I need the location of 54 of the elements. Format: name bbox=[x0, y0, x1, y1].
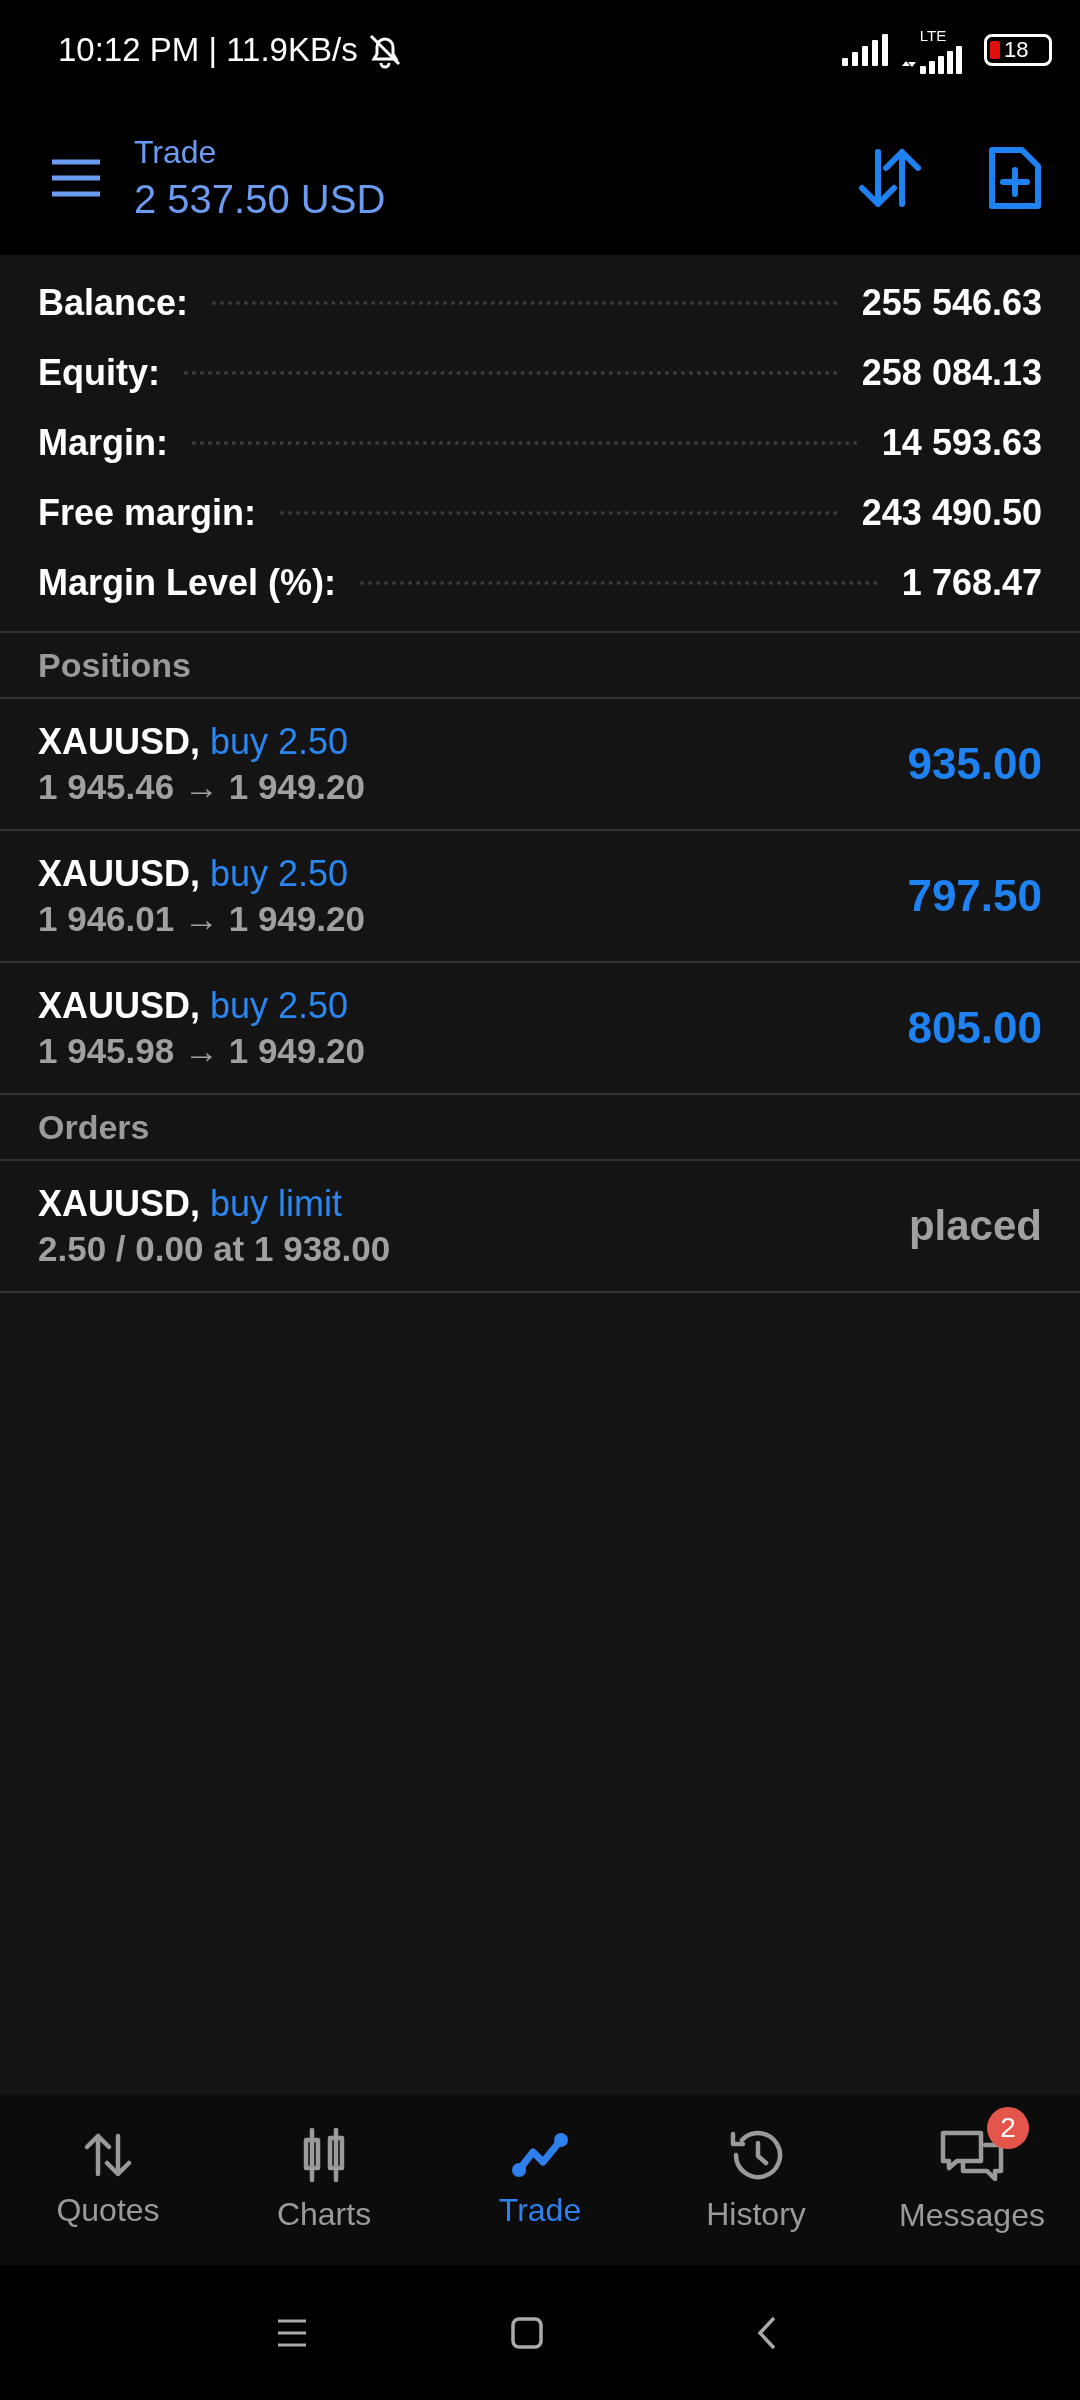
position-row[interactable]: XAUUSD, buy 2.50 1 945.98 → 1 949.20 805.00 bbox=[0, 963, 1080, 1095]
nav-tab[interactable]: 2 Messages bbox=[864, 2095, 1080, 2265]
symbol-text: XAUUSD, bbox=[38, 721, 201, 763]
price-text: 1 945.98 → 1 949.20 bbox=[38, 1031, 366, 1071]
section-title: Positions bbox=[38, 645, 192, 685]
nav-tab[interactable]: Quotes bbox=[0, 2095, 216, 2265]
price-text: 1 945.46 → 1 949.20 bbox=[38, 767, 366, 807]
profit-value: 805.00 bbox=[907, 1003, 1042, 1053]
menu-icon bbox=[50, 157, 102, 198]
sort-arrows-icon bbox=[858, 147, 922, 208]
summary-label: Equity: bbox=[38, 352, 160, 394]
summary-label: Balance: bbox=[38, 282, 189, 324]
section-title: Orders bbox=[38, 1107, 150, 1147]
trend-line-icon bbox=[511, 2131, 569, 2178]
price-text: 1 946.01 → 1 949.20 bbox=[38, 899, 366, 939]
summary-label: Margin Level (%): bbox=[38, 562, 337, 604]
profit-value: 797.50 bbox=[907, 871, 1042, 921]
menu-button[interactable] bbox=[50, 157, 102, 198]
summary-value: 1 768.47 bbox=[901, 562, 1042, 604]
symbol-text: XAUUSD, bbox=[38, 853, 201, 895]
signal-icon bbox=[842, 34, 890, 66]
summary-value: 255 546.63 bbox=[861, 282, 1042, 324]
side-text: buy 2.50 bbox=[210, 721, 349, 763]
order-details: 2.50 / 0.00 at 1 938.00 bbox=[38, 1229, 392, 1269]
battery-fill bbox=[990, 41, 1000, 59]
screen-title: Trade bbox=[134, 133, 218, 171]
document-plus-icon bbox=[988, 145, 1042, 210]
swap-arrows-icon bbox=[83, 2131, 133, 2178]
side-text: buy limit bbox=[210, 1183, 343, 1225]
nav-tab[interactable]: Charts bbox=[216, 2095, 432, 2265]
summary-label: Free margin: bbox=[38, 492, 257, 534]
summary-value: 258 084.13 bbox=[861, 352, 1042, 394]
summary-value: 14 593.63 bbox=[881, 422, 1042, 464]
profit-value: 935.00 bbox=[907, 739, 1042, 789]
battery-level: 18 bbox=[1004, 37, 1029, 63]
symbol-text: XAUUSD, bbox=[38, 1183, 201, 1225]
order-row[interactable]: XAUUSD, buy limit 2.50 / 0.00 at 1 938.00 placed bbox=[0, 1161, 1080, 1293]
side-text: buy 2.50 bbox=[210, 985, 349, 1027]
square-icon bbox=[510, 2315, 544, 2350]
nav-tab[interactable]: Trade bbox=[432, 2095, 648, 2265]
nav-tab[interactable]: History bbox=[648, 2095, 864, 2265]
summary-value: 243 490.50 bbox=[861, 492, 1042, 534]
back-icon bbox=[756, 2314, 778, 2351]
side-text: buy 2.50 bbox=[210, 853, 349, 895]
network-type: LTE bbox=[919, 26, 947, 44]
summary-label: Margin: bbox=[38, 422, 168, 464]
symbol-text: XAUUSD, bbox=[38, 985, 201, 1027]
position-row[interactable]: XAUUSD, buy 2.50 1 945.46 → 1 949.20 935.00 bbox=[0, 699, 1080, 831]
menu-icon bbox=[276, 2317, 308, 2348]
profit-total: 2 537.50 USD bbox=[134, 176, 386, 222]
position-row[interactable]: XAUUSD, buy 2.50 1 946.01 → 1 949.20 797.50 bbox=[0, 831, 1080, 963]
status-time-speed: 10:12 PM | 11.9KB/s bbox=[58, 31, 358, 69]
unread-badge: 2 bbox=[987, 2106, 1029, 2149]
order-status: placed bbox=[908, 1202, 1042, 1250]
